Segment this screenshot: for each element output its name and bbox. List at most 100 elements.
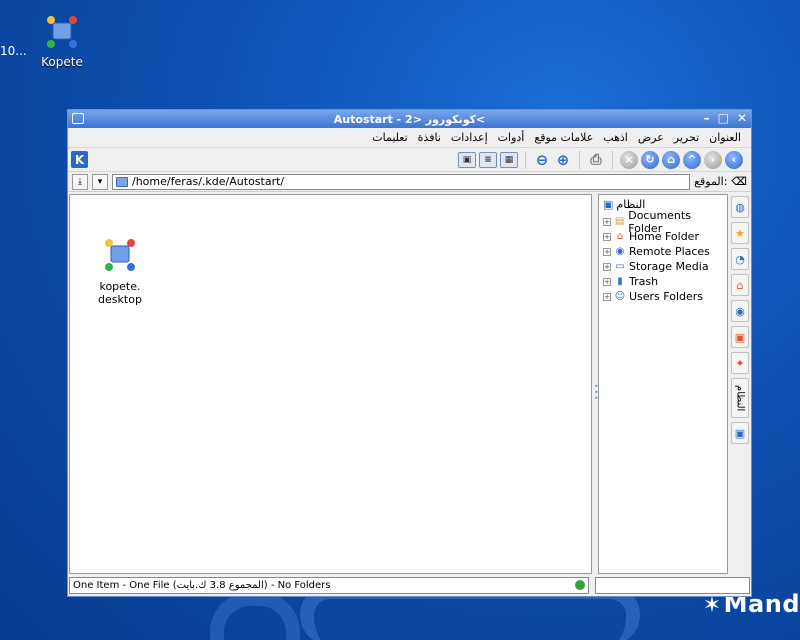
expand-icon[interactable]: + bbox=[603, 217, 611, 226]
clock-icon: ◔ bbox=[735, 252, 745, 266]
up-icon[interactable]: ^ bbox=[683, 150, 701, 169]
toolbar-separator bbox=[579, 150, 580, 169]
kopete-desktop-file-icon bbox=[105, 239, 135, 271]
sidebar-tabs: ◍ ★ ◔ ⌂ ◉ ▣ ✦ النظام ▣ bbox=[730, 194, 750, 574]
tree-item-trash[interactable]: + ▮ Trash bbox=[599, 274, 727, 289]
kopete-icon bbox=[47, 16, 77, 48]
tree-item-documents-folder[interactable]: + ▤ Documents Folder bbox=[599, 209, 727, 235]
file-item[interactable]: kopete. desktop bbox=[88, 237, 152, 306]
location-bar: ⤓ ▾ /home/feras/.kde/Autostart/ الموقع: … bbox=[68, 172, 751, 192]
sidebar-tab-history[interactable]: ◍ bbox=[731, 196, 749, 218]
bookmark-location-icon[interactable]: ⤓ bbox=[72, 173, 88, 190]
system-icon: ▣ bbox=[603, 198, 614, 211]
file-name-line1: kopete. bbox=[99, 280, 141, 293]
file-view[interactable]: kopete. desktop bbox=[69, 194, 592, 574]
link-status-icon[interactable] bbox=[575, 580, 585, 590]
menu-go[interactable]: اذهب bbox=[603, 131, 628, 144]
desktop-icon-clipped-label[interactable]: 10... bbox=[0, 44, 27, 58]
menu-help[interactable]: تعليمات bbox=[372, 131, 407, 144]
documents-folder-icon: ▤ bbox=[614, 216, 625, 227]
expand-icon[interactable]: + bbox=[603, 277, 611, 286]
sidebar-tab-home[interactable]: ⌂ bbox=[731, 274, 749, 296]
zoom-out-icon[interactable]: ⊖ bbox=[533, 151, 551, 169]
menu-view[interactable]: عرض bbox=[638, 131, 664, 144]
trash-icon: ▮ bbox=[617, 276, 623, 287]
users-folders-icon: ☺ bbox=[614, 291, 626, 302]
tree-item-storage-media[interactable]: + ▭ Storage Media bbox=[599, 259, 727, 274]
tree-item-remote-places[interactable]: + ◉ Remote Places bbox=[599, 244, 727, 259]
minimize-icon[interactable]: – bbox=[704, 111, 710, 125]
location-label: الموقع: bbox=[694, 175, 728, 188]
menu-location[interactable]: العنوان bbox=[709, 131, 741, 144]
zoom-in-icon[interactable]: ⊕ bbox=[554, 151, 572, 169]
window-titlebar[interactable]: Autostart - 2> كونكورور< – □ ✕ bbox=[68, 110, 751, 128]
window-buttons: – □ ✕ bbox=[704, 111, 747, 125]
reload-icon[interactable]: ↻ bbox=[641, 150, 659, 169]
system-icon: ▣ bbox=[734, 426, 746, 440]
sidebar-tab-services[interactable]: ✦ bbox=[731, 352, 749, 374]
main-toolbar: K ‹ › ^ ⌂ ↻ × ⎙ ⊕ ⊖ ▦ ≡ ▣ bbox=[68, 148, 751, 172]
expand-icon[interactable]: + bbox=[603, 247, 611, 256]
menu-window[interactable]: نافذة bbox=[418, 131, 441, 144]
home-icon: ⌂ bbox=[736, 278, 744, 292]
location-input[interactable]: /home/feras/.kde/Autostart/ bbox=[112, 173, 691, 190]
pin-icon: ✦ bbox=[735, 356, 745, 370]
media-icon: ▣ bbox=[734, 330, 746, 344]
sidebar-tab-bookmarks[interactable]: ★ bbox=[731, 222, 749, 244]
sidebar-tab-system-icon[interactable]: ▣ bbox=[731, 422, 749, 444]
toolbar-separator bbox=[612, 150, 613, 169]
file-name-line2: desktop bbox=[98, 293, 142, 306]
menu-edit[interactable]: تحرير bbox=[674, 131, 699, 144]
stop-icon[interactable]: × bbox=[620, 150, 638, 169]
menubar: العنوان تحرير عرض اذهب علامات موقع أدوات… bbox=[68, 128, 751, 148]
remote-places-icon: ◉ bbox=[615, 246, 625, 257]
view-mode-icon[interactable]: ≡ bbox=[479, 151, 497, 168]
forward-icon[interactable]: › bbox=[704, 150, 722, 169]
tree-item-label: Home Folder bbox=[629, 230, 699, 243]
konqueror-window: Autostart - 2> كونكورور< – □ ✕ العنوان ت… bbox=[67, 109, 752, 597]
tree-item-label: Users Folders bbox=[629, 290, 704, 303]
status-text-field: One Item - One File (المجموع 3.8 ك.بايت)… bbox=[69, 576, 589, 594]
close-icon[interactable]: ✕ bbox=[737, 111, 747, 125]
expand-icon[interactable]: + bbox=[603, 262, 611, 271]
menu-tools[interactable]: أدوات bbox=[498, 131, 525, 144]
sidebar-tab-network[interactable]: ◉ bbox=[731, 300, 749, 322]
window-title: Autostart - 2> كونكورور< bbox=[333, 112, 486, 126]
desktop-icon-kopete[interactable]: Kopete bbox=[36, 14, 88, 69]
expand-icon[interactable]: + bbox=[603, 292, 611, 301]
toolbar-separator bbox=[525, 150, 526, 169]
tree-item-label: Remote Places bbox=[629, 245, 710, 258]
tree-item-label: Storage Media bbox=[629, 260, 709, 273]
menu-settings[interactable]: إعدادات bbox=[451, 131, 488, 144]
kde-logo-icon[interactable]: K bbox=[71, 151, 88, 168]
clear-location-icon[interactable]: ⌫ bbox=[731, 175, 747, 188]
sidebar-tab-clock[interactable]: ◔ bbox=[731, 248, 749, 270]
menu-bookmarks[interactable]: علامات موقع bbox=[534, 131, 593, 144]
status-secondary-field bbox=[595, 576, 750, 594]
status-text: One Item - One File (المجموع 3.8 ك.بايت)… bbox=[73, 579, 331, 591]
desktop-decoration bbox=[210, 592, 300, 640]
window-menu-icon[interactable] bbox=[72, 113, 84, 124]
tree-item-users-folders[interactable]: + ☺ Users Folders bbox=[599, 289, 727, 304]
print-icon[interactable]: ⎙ bbox=[587, 151, 605, 169]
star-icon: ★ bbox=[735, 226, 745, 240]
preview-icon[interactable]: ▣ bbox=[458, 151, 476, 168]
status-bar: One Item - One File (المجموع 3.8 ك.بايت)… bbox=[69, 575, 750, 595]
home-icon[interactable]: ⌂ bbox=[662, 150, 680, 169]
history-dropdown-icon[interactable]: ▾ bbox=[92, 173, 108, 190]
compass-icon: ◍ bbox=[735, 200, 745, 214]
location-path: /home/feras/.kde/Autostart/ bbox=[132, 175, 285, 188]
view-icon[interactable]: ▦ bbox=[500, 151, 518, 168]
folder-icon bbox=[116, 176, 128, 187]
maximize-icon[interactable]: □ bbox=[718, 111, 729, 125]
sidebar-tab-media[interactable]: ▣ bbox=[731, 326, 749, 348]
storage-media-icon: ▭ bbox=[615, 261, 625, 272]
home-folder-icon: ⌂ bbox=[616, 231, 624, 242]
back-icon[interactable]: ‹ bbox=[725, 150, 743, 169]
globe-icon: ◉ bbox=[735, 304, 745, 318]
desktop-icon-label: Kopete bbox=[41, 55, 83, 69]
tree-item-label: Trash bbox=[629, 275, 659, 288]
sidebar-tab-system[interactable]: النظام bbox=[731, 378, 749, 418]
expand-icon[interactable]: + bbox=[603, 232, 611, 241]
navigation-tree: ▣ النظام + ▤ Documents Folder + ⌂ Home F… bbox=[598, 194, 728, 574]
